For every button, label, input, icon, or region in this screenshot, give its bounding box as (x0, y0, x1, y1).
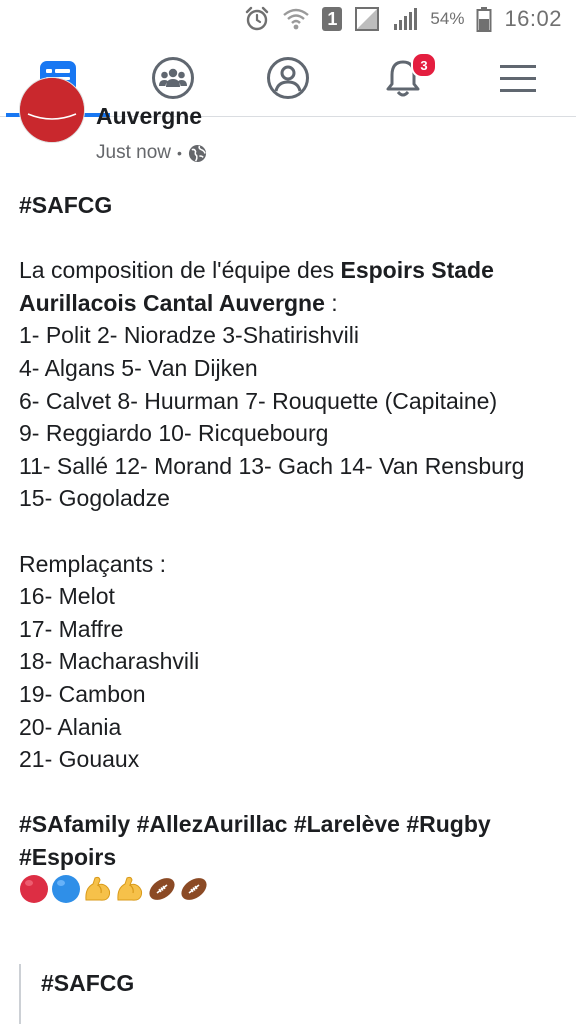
status-bar: 1 54% 16:02 (0, 0, 576, 40)
lineup-line: 4- Algans 5- Van Dijken (19, 354, 258, 381)
signal-empty-icon (354, 6, 380, 32)
american-football-icon (181, 878, 207, 901)
groups-icon (151, 57, 194, 99)
wifi-icon (282, 6, 310, 32)
top-navigation: 3 (0, 40, 576, 117)
post-body: #SAFCG La composition de l'équipe des Es… (19, 189, 559, 905)
sub-line: 18- Macharashvili (19, 648, 200, 675)
page-name[interactable]: Auvergne (96, 103, 202, 130)
subs-title: Remplaçants : (19, 550, 167, 577)
post-meta: Just now • (96, 142, 207, 164)
lineup-line: 1- Polit 2- Nioradze 3-Shatirishvili (19, 322, 360, 349)
battery-icon (476, 6, 492, 32)
notification-badge: 3 (411, 52, 437, 78)
profile-icon (266, 57, 309, 99)
intro-prefix: La composition de l'équipe des (19, 257, 341, 284)
sub-line: 17- Maffre (19, 615, 124, 642)
shared-post-preview[interactable]: #SAFCG (19, 964, 561, 1024)
nav-profile[interactable] (230, 40, 345, 116)
red-circle-icon (20, 875, 48, 904)
alarm-icon (244, 6, 270, 32)
sub-line: 21- Gouaux (19, 746, 140, 773)
nav-notifications[interactable]: 3 (345, 40, 460, 116)
lineup-line: 9- Reggiardo 10- Ricquebourg (19, 420, 329, 447)
post-header: Auvergne Just now • (0, 77, 576, 177)
globe-icon (188, 144, 206, 162)
intro-line: La composition de l'équipe des Espoirs S… (19, 254, 559, 319)
page-avatar[interactable] (19, 77, 85, 143)
intro-suffix: : (324, 289, 338, 316)
clock: 16:02 (504, 6, 562, 31)
sub-line: 16- Melot (19, 583, 115, 610)
flexed-biceps-icon (117, 877, 143, 902)
hashtags-bottom[interactable]: #SAfamily #AllezAurillac #Larelève #Rugb… (19, 808, 559, 873)
battery-percent: 54% (430, 9, 465, 28)
club-logo-icon (20, 78, 84, 142)
shared-post-hashtag[interactable]: #SAFCG (41, 970, 134, 997)
lineup-line: 6- Calvet 8- Huurman 7- Rouquette (Capit… (19, 387, 498, 414)
lineup-line: 15- Gogoladze (19, 485, 170, 512)
lineup-line: 11- Sallé 12- Morand 13- Gach 14- Van Re… (19, 452, 525, 479)
signal-bars-icon (392, 6, 418, 32)
american-football-icon (149, 878, 175, 901)
status-icons: 1 54% 16:02 (244, 4, 576, 34)
nav-menu[interactable] (460, 40, 575, 116)
emoji-row (19, 873, 559, 905)
post-timestamp[interactable]: Just now (96, 142, 171, 164)
hamburger-menu-icon (499, 65, 536, 92)
blue-circle-icon (52, 875, 80, 904)
screen: 1 54% 16:02 3 Auvergne Just now • #SAFCG… (0, 0, 576, 1024)
flexed-biceps-icon (85, 877, 111, 902)
sim-indicator: 1 (322, 7, 343, 31)
sub-line: 20- Alania (19, 713, 122, 740)
sub-line: 19- Cambon (19, 680, 146, 707)
hashtag-top[interactable]: #SAFCG (19, 189, 559, 222)
meta-separator: • (176, 145, 182, 161)
